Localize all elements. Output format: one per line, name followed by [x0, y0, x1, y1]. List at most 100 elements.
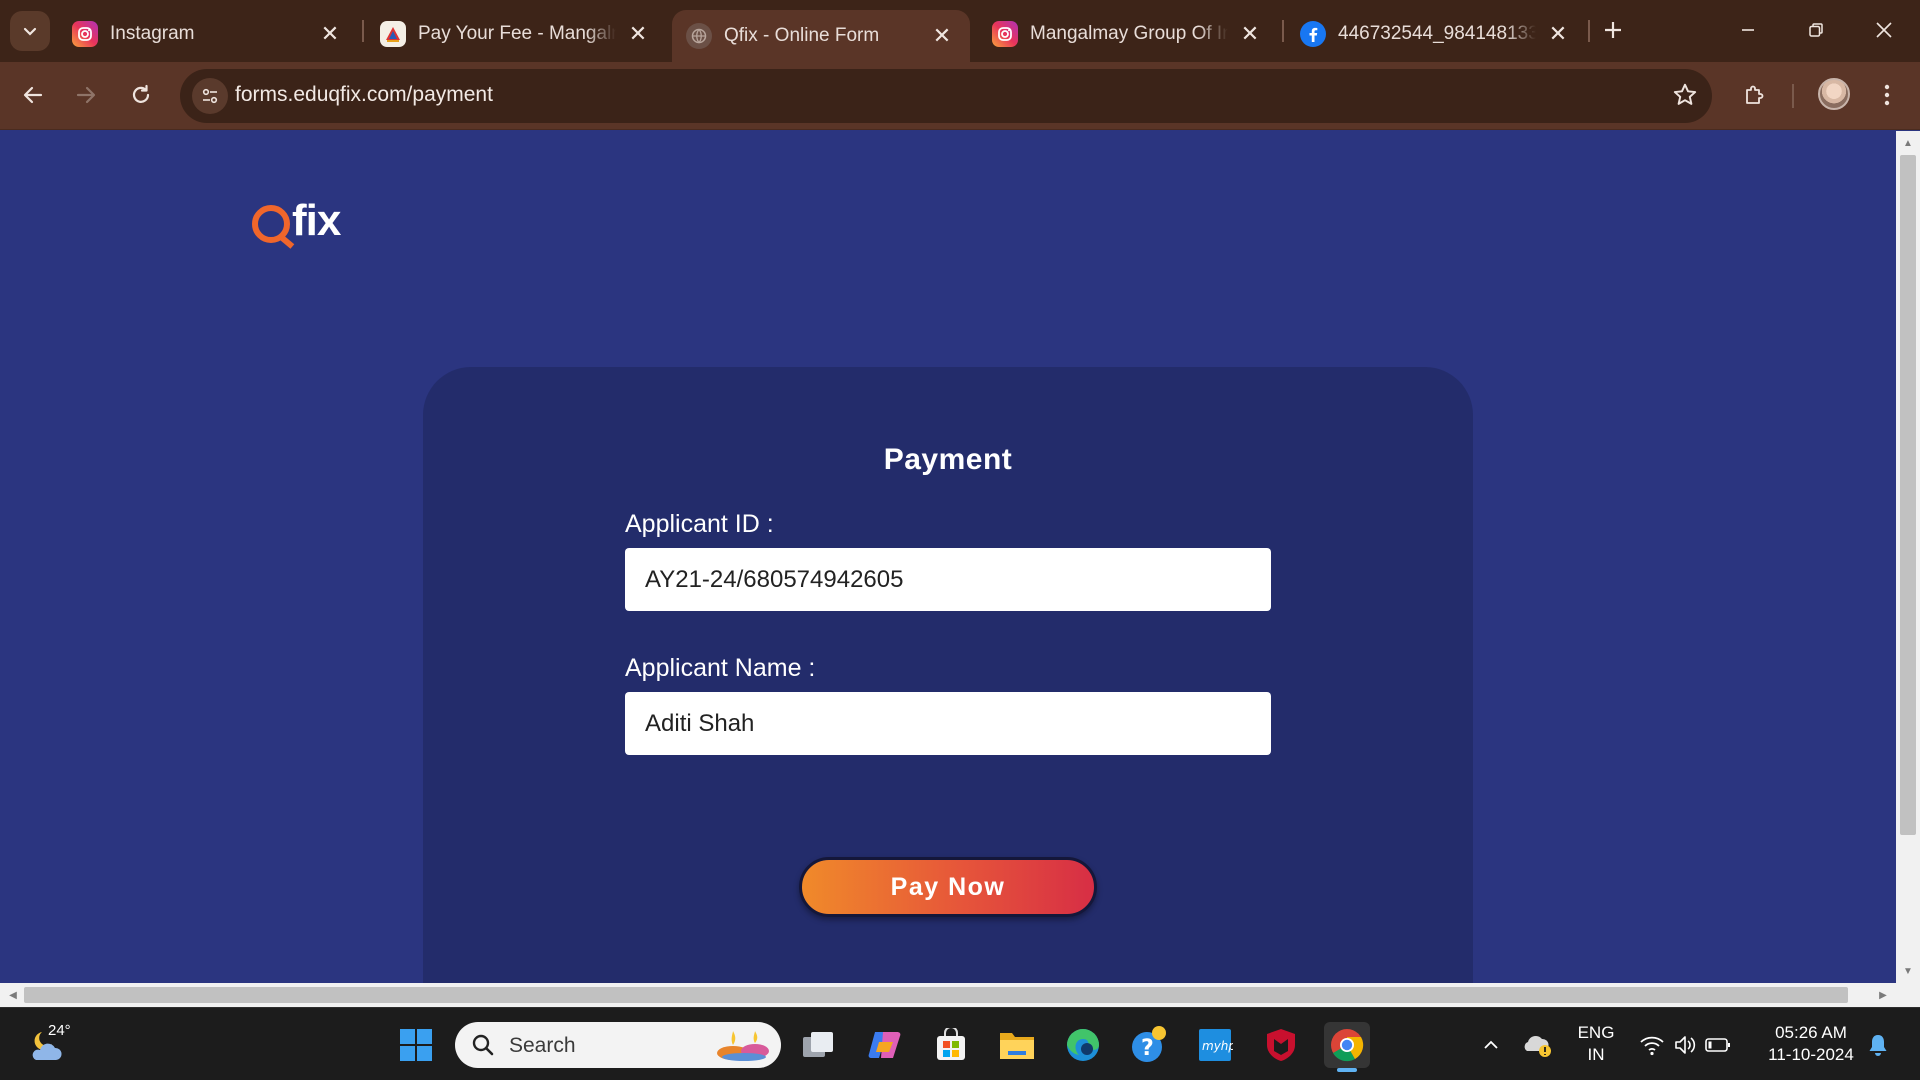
- facebook-icon: [1300, 21, 1326, 47]
- tab-divider: [362, 20, 364, 42]
- globe-icon: [686, 23, 712, 49]
- minimize-button[interactable]: [1720, 8, 1776, 52]
- language-code: ENG: [1577, 1023, 1615, 1042]
- quick-settings-button[interactable]: [1630, 1022, 1740, 1068]
- tab-title: 446732544_984148133230: [1338, 23, 1536, 44]
- close-icon[interactable]: ✕: [930, 23, 954, 48]
- scroll-left-arrow-icon[interactable]: ◀: [2, 983, 24, 1007]
- arrow-left-icon: [23, 86, 43, 104]
- search-label: Search: [509, 1034, 576, 1057]
- arrow-right-icon: [76, 86, 96, 104]
- weather-widget[interactable]: 24°: [26, 1022, 76, 1066]
- copilot-icon: [868, 1032, 901, 1058]
- notifications-button[interactable]: [1856, 1022, 1900, 1068]
- task-view-button[interactable]: [795, 1022, 841, 1068]
- applicant-name-input[interactable]: [625, 692, 1271, 755]
- qfix-logo[interactable]: fix: [252, 193, 341, 245]
- more-vert-icon: [1884, 84, 1890, 106]
- instagram-icon: [992, 21, 1018, 47]
- mcafee-button[interactable]: [1258, 1022, 1304, 1068]
- new-tab-button[interactable]: [1596, 13, 1630, 47]
- search-icon: [472, 1034, 494, 1056]
- scroll-down-arrow-icon[interactable]: ▼: [1896, 961, 1920, 981]
- file-explorer-button[interactable]: [994, 1022, 1040, 1068]
- tab-pay-your-fee[interactable]: Pay Your Fee - Mangalmay ✕: [366, 10, 666, 58]
- reload-icon: [132, 84, 150, 103]
- close-icon[interactable]: ✕: [626, 21, 650, 46]
- horizontal-scrollbar[interactable]: ◀ ▶: [0, 983, 1896, 1007]
- help-icon: ?: [1132, 1026, 1166, 1062]
- myhp-button[interactable]: myhp: [1192, 1022, 1238, 1068]
- tab-title: Qfix - Online Form: [724, 25, 880, 46]
- tab-divider: [1588, 20, 1590, 42]
- microsoft-store-button[interactable]: [928, 1022, 974, 1068]
- taskbar-search[interactable]: Search: [455, 1022, 781, 1068]
- windows-logo-icon: [400, 1029, 432, 1061]
- clock[interactable]: 05:26 AM 11-10-2024: [1752, 1022, 1870, 1066]
- tab-mangalmay-instagram[interactable]: Mangalmay Group Of Institutions ✕: [978, 10, 1278, 58]
- start-button[interactable]: [393, 1022, 439, 1068]
- reload-button[interactable]: [120, 74, 162, 116]
- tab-facebook-image[interactable]: 446732544_984148133230 ✕: [1286, 10, 1586, 58]
- bookmark-button[interactable]: [1672, 82, 1698, 113]
- weather-temperature: 24°: [48, 1022, 71, 1039]
- plus-icon: [1605, 22, 1621, 38]
- applicant-id-input[interactable]: [625, 548, 1271, 611]
- tab-title: Pay Your Fee - Mangalmay: [418, 23, 616, 44]
- profile-avatar[interactable]: [1818, 78, 1850, 110]
- region-code: IN: [1587, 1045, 1605, 1064]
- tune-icon: [202, 88, 218, 104]
- chrome-button[interactable]: [1324, 1022, 1370, 1072]
- tab-title: Instagram: [110, 23, 195, 44]
- instagram-icon: [72, 21, 98, 47]
- chrome-icon: [1331, 1029, 1364, 1062]
- url-text[interactable]: forms.eduqfix.com/payment: [235, 83, 493, 107]
- logo-text: fix: [292, 196, 341, 245]
- scroll-right-arrow-icon[interactable]: ▶: [1872, 983, 1894, 1007]
- browser-menu-button[interactable]: [1866, 74, 1908, 116]
- clock-time: 05:26 AM: [1775, 1023, 1847, 1042]
- back-button[interactable]: [12, 74, 54, 116]
- volume-icon: [1675, 1036, 1696, 1054]
- language-indicator[interactable]: ENG IN: [1576, 1022, 1616, 1066]
- bell-icon: [1869, 1035, 1887, 1056]
- clock-date: 11-10-2024: [1768, 1045, 1854, 1064]
- minimize-icon: [1742, 29, 1754, 31]
- get-help-button[interactable]: ?: [1126, 1022, 1172, 1068]
- site-info-button[interactable]: [192, 78, 228, 114]
- close-icon[interactable]: ✕: [318, 21, 342, 46]
- close-icon[interactable]: ✕: [1546, 21, 1570, 46]
- store-icon: [937, 1028, 965, 1060]
- logo-q-mark: [252, 205, 290, 243]
- tab-search-button[interactable]: [10, 11, 50, 51]
- edge-button[interactable]: [1060, 1022, 1106, 1068]
- page-title: Payment: [883, 443, 1013, 476]
- forward-button[interactable]: [65, 74, 107, 116]
- vertical-scrollbar[interactable]: ▲ ▼: [1896, 131, 1920, 983]
- close-icon[interactable]: ✕: [1238, 21, 1262, 46]
- puzzle-icon: [1746, 85, 1764, 104]
- horizontal-scroll-thumb[interactable]: [24, 987, 1848, 1003]
- mcafee-shield-icon: [1267, 1029, 1295, 1061]
- applicant-name-label: Applicant Name :: [625, 654, 816, 682]
- address-bar[interactable]: forms.eduqfix.com/payment: [180, 69, 1712, 123]
- vertical-scroll-thumb[interactable]: [1900, 155, 1916, 835]
- folder-icon: [1000, 1033, 1034, 1059]
- extensions-button[interactable]: [1733, 74, 1775, 116]
- tab-qfix-online-form[interactable]: Qfix - Online Form ✕: [672, 10, 970, 62]
- svg-text:myhp: myhp: [1202, 1039, 1233, 1053]
- cloud-warning-icon: [1524, 1035, 1551, 1057]
- browser-toolbar: forms.eduqfix.com/payment: [0, 62, 1920, 130]
- onedrive-status-button[interactable]: [1514, 1022, 1560, 1068]
- wifi-icon: [1640, 1036, 1664, 1056]
- restore-button[interactable]: [1788, 8, 1844, 52]
- windows-taskbar: 24° Search ? myhp ENG IN 05:26 AM 11-10-…: [0, 1007, 1920, 1080]
- pay-now-button[interactable]: Pay Now: [799, 857, 1097, 917]
- tab-instagram[interactable]: Instagram ✕: [58, 10, 358, 58]
- scroll-up-arrow-icon[interactable]: ▲: [1896, 133, 1920, 153]
- copilot-button[interactable]: [862, 1022, 908, 1068]
- myhp-icon: myhp: [1199, 1029, 1233, 1061]
- applicant-id-label: Applicant ID :: [625, 510, 774, 538]
- close-window-button[interactable]: [1856, 8, 1912, 52]
- show-hidden-icons-button[interactable]: [1468, 1022, 1514, 1068]
